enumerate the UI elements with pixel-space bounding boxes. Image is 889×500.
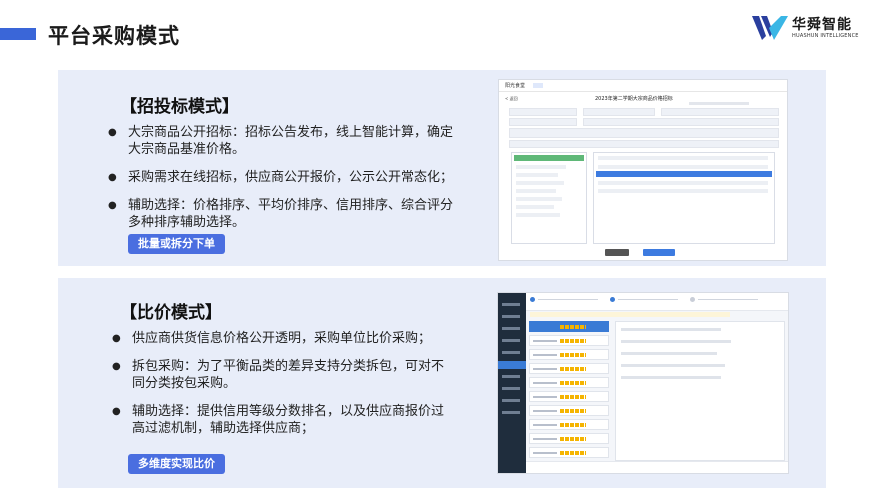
bullet-item: 供应商供货信息价格公开透明，采购单位比价采购； (112, 330, 452, 347)
tender-system-screenshot: 阳光食堂 < 返回 2023年第二学期大宗商品价格招标 (498, 79, 788, 261)
screenshot-back-link: < 返回 (505, 96, 518, 101)
screenshot-category-panel (511, 152, 587, 244)
screenshot-badge (533, 83, 543, 88)
company-logo: 华舜智能 HUASHUN INTELLIGENCE (752, 14, 872, 44)
screenshot-heading: 2023年第二学期大宗商品价格招标 (595, 96, 673, 102)
bullet-item: 辅助选择：价格排序、平均价排序、信用排序、综合评分多种排序辅助选择。 (108, 197, 460, 231)
logo-name-en: HUASHUN INTELLIGENCE (792, 33, 859, 39)
tender-mode-bullets: 大宗商品公开招标：招标公告发布，线上智能计算，确定大宗商品基准价格。 采购需求在… (108, 124, 460, 242)
screenshot-bid-table (593, 152, 775, 244)
screenshot-footer (526, 461, 788, 473)
logo-mark-icon (752, 16, 788, 40)
tender-mode-heading: 【招投标模式】 (120, 97, 239, 117)
screenshot-supplier-list (529, 321, 609, 461)
screenshot-app-title: 阳光食堂 (505, 83, 526, 89)
screenshot-cancel-button (605, 249, 629, 256)
screenshot-notice (530, 312, 730, 317)
batch-order-tag: 批量或拆分下单 (128, 234, 225, 254)
bullet-item: 拆包采购：为了平衡品类的差异支持分类拆包，可对不同分类按包采购。 (112, 358, 452, 392)
bullet-item: 大宗商品公开招标：招标公告发布，线上智能计算，确定大宗商品基准价格。 (108, 124, 460, 158)
price-compare-screenshot (497, 292, 789, 474)
screenshot-sidebar (498, 293, 526, 473)
bullet-item: 采购需求在线招标，供应商公开报价，公示公开常态化； (108, 169, 460, 186)
price-compare-heading: 【比价模式】 (120, 303, 222, 323)
bullet-item: 辅助选择：提供信用等级分数排名，以及供应商报价过高过滤机制，辅助选择供应商； (112, 403, 452, 437)
screenshot-topbar: 阳光食堂 (499, 80, 787, 92)
screenshot-stepper (526, 293, 788, 311)
screenshot-quote-detail (615, 321, 785, 461)
title-accent-bar (0, 28, 36, 40)
slide-title: 平台采购模式 (48, 24, 180, 48)
price-compare-bullets: 供应商供货信息价格公开透明，采购单位比价采购； 拆包采购：为了平衡品类的差异支持… (112, 330, 452, 448)
multi-dimension-tag: 多维度实现比价 (128, 454, 225, 474)
screenshot-confirm-button (643, 249, 675, 256)
logo-name-cn: 华舜智能 (792, 17, 852, 33)
